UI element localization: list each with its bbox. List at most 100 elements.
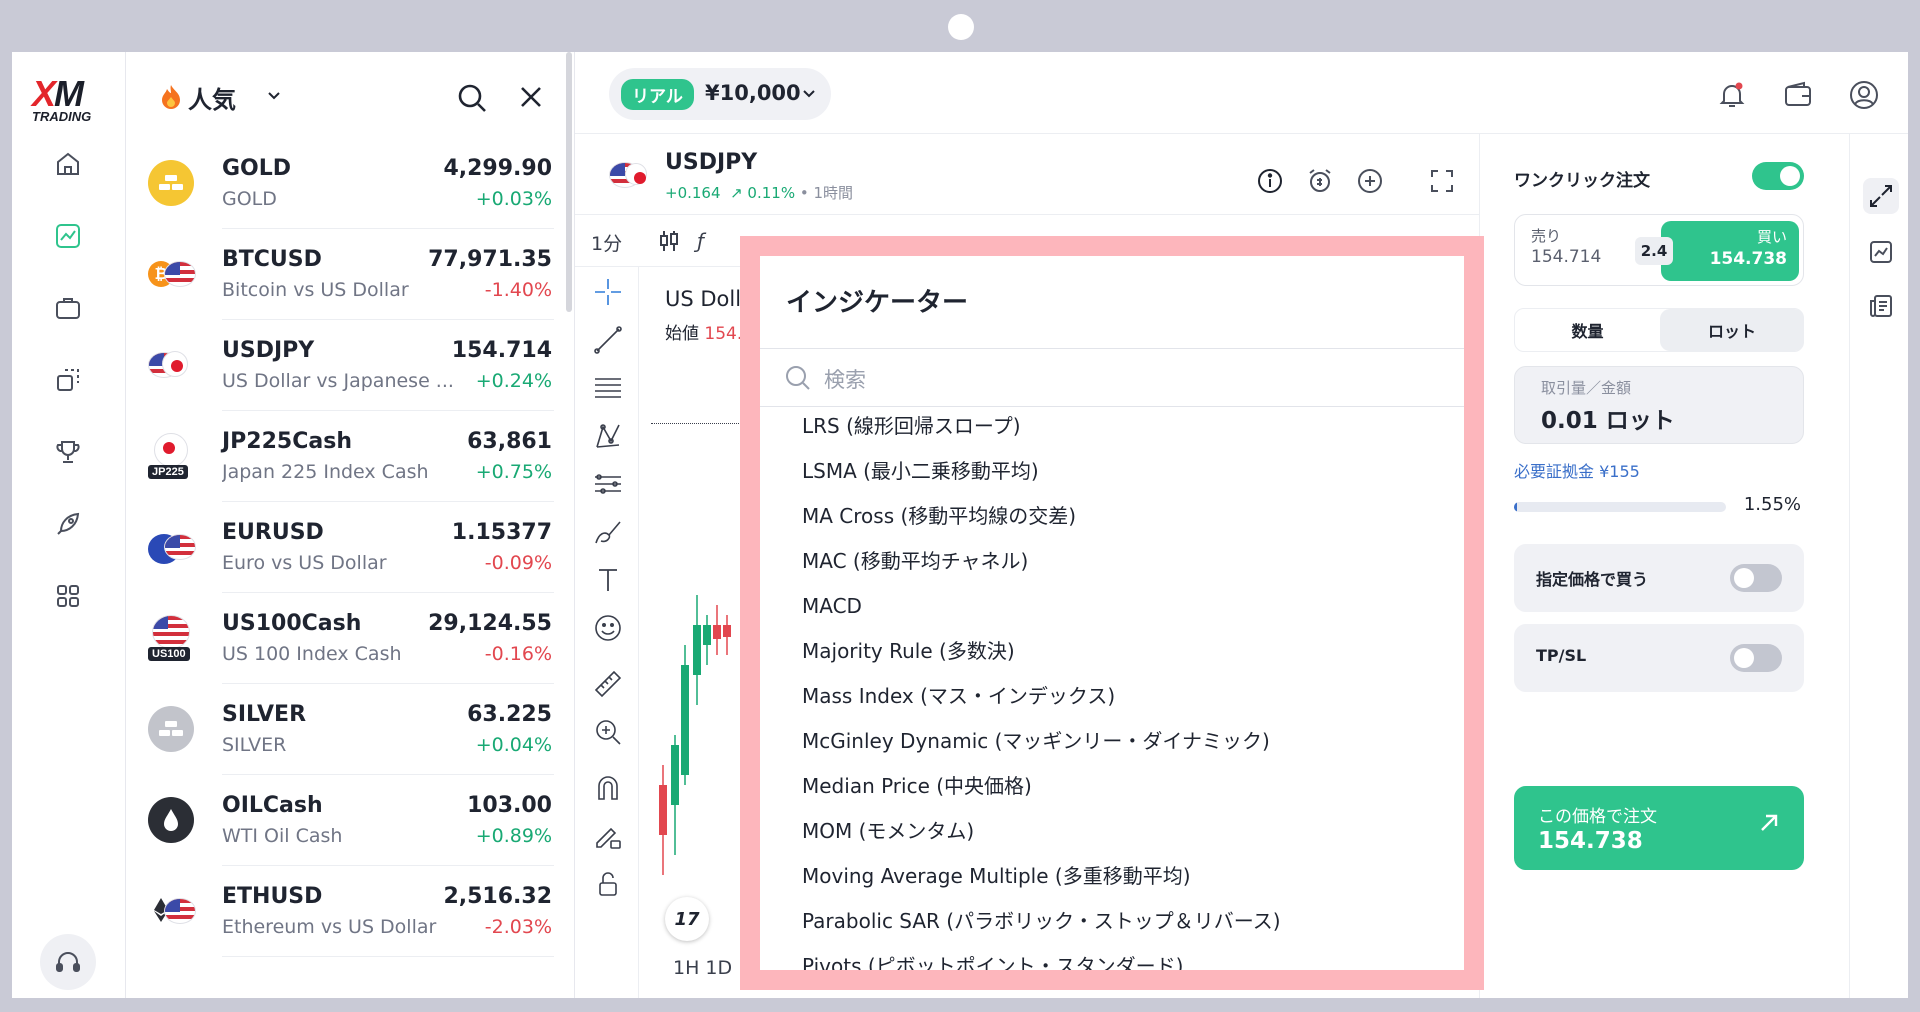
- user-profile-icon[interactable]: [1847, 78, 1881, 112]
- trophy-icon[interactable]: [48, 432, 88, 472]
- symbol-price: 77,971.35: [428, 247, 552, 272]
- copy-trading-icon[interactable]: [48, 360, 88, 400]
- sell-price[interactable]: 154.714: [1531, 247, 1601, 267]
- fullscreen-icon[interactable]: [1427, 166, 1457, 196]
- symbol-price: 63,861: [467, 429, 552, 454]
- segment-lot[interactable]: ロット: [1660, 309, 1804, 351]
- segment-quantity[interactable]: 数量: [1515, 309, 1660, 351]
- indicator-item[interactable]: LRS (線形回帰スロープ): [802, 406, 1021, 446]
- watchlist-header: 人気: [126, 52, 574, 138]
- tradingview-logo[interactable]: 17: [665, 897, 709, 941]
- indicator-item[interactable]: MAC (移動平均チャネル): [802, 541, 1028, 581]
- ruler-icon[interactable]: [591, 667, 625, 701]
- apps-grid-icon[interactable]: [48, 576, 88, 616]
- watchlist-row[interactable]: JP225 JP225Cash Japan 225 Index Cash 63,…: [126, 411, 574, 502]
- chart-nav-icon[interactable]: [48, 216, 88, 256]
- trend-line-icon[interactable]: [591, 323, 625, 357]
- indicator-dialog-highlight: インジケーター 検索 LRS (線形回帰スロープ) LSMA (最小二乗移動平均…: [740, 236, 1484, 990]
- app-window: XM TRADING 人気 GOLD GOLD 4,299.90 +0.03% …: [12, 52, 1908, 998]
- crosshair-icon[interactable]: [591, 275, 625, 309]
- home-icon[interactable]: [48, 144, 88, 184]
- watchlist-row[interactable]: ETHUSD Ethereum vs US Dollar 2,516.32 -2…: [126, 866, 574, 957]
- symbol-change-abs: +0.164: [665, 184, 721, 202]
- volume-input[interactable]: 取引量／金額 0.01 ロット: [1514, 366, 1804, 444]
- text-tool-icon[interactable]: [591, 563, 625, 597]
- symbol-change: +0.03%: [475, 188, 552, 210]
- one-click-toggle[interactable]: [1752, 162, 1804, 190]
- pattern-icon[interactable]: [591, 419, 625, 453]
- unlock-icon[interactable]: [591, 867, 625, 901]
- chart-symbol-label: US Doll: [665, 287, 742, 311]
- magnet-icon[interactable]: [591, 771, 625, 805]
- place-order-label: この価格で注文: [1538, 807, 1657, 827]
- search-icon[interactable]: [456, 82, 488, 118]
- spread-badge: 2.4: [1635, 237, 1673, 265]
- watchlist-row[interactable]: SILVER SILVER 63.225 +0.04%: [126, 684, 574, 775]
- support-headset-icon[interactable]: [40, 934, 96, 990]
- expand-collapse-icon[interactable]: [1863, 178, 1899, 214]
- watchlist-row[interactable]: OILCash WTI Oil Cash 103.00 +0.89%: [126, 775, 574, 866]
- candles-icon[interactable]: [657, 229, 681, 257]
- indicator-item[interactable]: McGinley Dynamic (マッギンリー・ダイナミック): [802, 721, 1270, 761]
- briefcase-icon[interactable]: [48, 288, 88, 328]
- indicator-search-input[interactable]: 検索: [784, 360, 1444, 400]
- limit-order-row: 指定価格で買う: [1514, 544, 1804, 612]
- bid-ask-box: 売り 154.714 2.4 買い 154.738: [1514, 214, 1804, 286]
- xm-logo[interactable]: XM TRADING: [32, 76, 108, 124]
- sell-label[interactable]: 売り: [1531, 225, 1561, 246]
- range-selector[interactable]: 1H 1D: [673, 957, 732, 979]
- indicator-item[interactable]: Median Price (中央価格): [802, 766, 1032, 806]
- zoom-in-icon[interactable]: [591, 715, 625, 749]
- watchlist-row[interactable]: EURUSD Euro vs US Dollar 1.15377 -0.09%: [126, 502, 574, 593]
- indicator-item[interactable]: MOM (モメンタム): [802, 811, 974, 851]
- close-icon[interactable]: [518, 84, 544, 114]
- limit-order-label: 指定価格で買う: [1536, 570, 1649, 589]
- fib-lines-icon[interactable]: [591, 371, 625, 405]
- candles: [659, 595, 731, 875]
- indicator-item[interactable]: Mass Index (マス・インデックス): [802, 676, 1115, 716]
- watchlist-row[interactable]: ₿ BTCUSD Bitcoin vs US Dollar 77,971.35 …: [126, 229, 574, 320]
- tpsl-toggle[interactable]: [1730, 644, 1782, 672]
- buy-button[interactable]: 買い 154.738: [1661, 221, 1799, 281]
- projection-icon[interactable]: [591, 467, 625, 501]
- limit-order-toggle[interactable]: [1730, 564, 1782, 592]
- add-circle-icon[interactable]: [1355, 166, 1385, 196]
- indicators-fx-icon[interactable]: ƒ: [697, 229, 704, 253]
- symbol-code: GOLD: [222, 156, 292, 181]
- nav-rail: XM TRADING: [12, 52, 126, 998]
- news-document-icon[interactable]: [1863, 288, 1899, 324]
- watchlist-row[interactable]: US100 US100Cash US 100 Index Cash 29,124…: [126, 593, 574, 684]
- volume-value[interactable]: 0.01 ロット: [1541, 401, 1675, 435]
- symbol-header: USDJPY +0.164 ↗ 0.11% • 1時間: [575, 134, 1479, 214]
- chevron-down-icon[interactable]: [266, 88, 282, 108]
- lock-drawing-icon[interactable]: [591, 819, 625, 853]
- indicator-item[interactable]: Majority Rule (多数決): [802, 631, 1015, 671]
- buy-label: 買い: [1756, 228, 1787, 246]
- wallet-icon[interactable]: [1781, 78, 1815, 112]
- info-icon[interactable]: [1255, 166, 1285, 196]
- indicator-item[interactable]: Parabolic SAR (パラボリック・ストップ＆リバース): [802, 901, 1281, 941]
- symbol-name: Japan 225 Index Cash: [222, 461, 429, 483]
- indicator-item[interactable]: MA Cross (移動平均線の交差): [802, 496, 1076, 536]
- timeframe-selector[interactable]: 1分: [591, 229, 622, 256]
- indicator-item[interactable]: Moving Average Multiple (多重移動平均): [802, 856, 1191, 896]
- watchlist-category[interactable]: 人気: [188, 80, 236, 115]
- symbol-title: USDJPY: [665, 150, 758, 175]
- emoji-icon[interactable]: [591, 611, 625, 645]
- indicator-item[interactable]: LSMA (最小二乗移動平均): [802, 451, 1039, 491]
- account-balance: ¥10,000: [705, 81, 801, 105]
- watchlist-row[interactable]: USDJPY US Dollar vs Japanese ... 154.714…: [126, 320, 574, 411]
- watchlist-row[interactable]: GOLD GOLD 4,299.90 +0.03%: [126, 138, 574, 229]
- account-selector[interactable]: リアル ¥10,000: [609, 68, 831, 120]
- indicator-item[interactable]: Pivots (ピボットポイント・スタンダード): [802, 946, 1183, 970]
- search-placeholder: 検索: [824, 368, 866, 392]
- bell-icon[interactable]: [1715, 78, 1749, 112]
- indicator-item[interactable]: MACD: [802, 586, 862, 626]
- brush-icon[interactable]: [591, 515, 625, 549]
- place-order-button[interactable]: この価格で注文 154.738: [1514, 786, 1804, 870]
- watchlist-panel: 人気 GOLD GOLD 4,299.90 +0.03% ₿ BTCUSD Bi…: [126, 52, 574, 998]
- open-label: 始値: [665, 324, 699, 344]
- chart-image-icon[interactable]: [1863, 234, 1899, 270]
- rocket-icon[interactable]: [48, 504, 88, 544]
- price-alert-icon[interactable]: [1305, 166, 1335, 196]
